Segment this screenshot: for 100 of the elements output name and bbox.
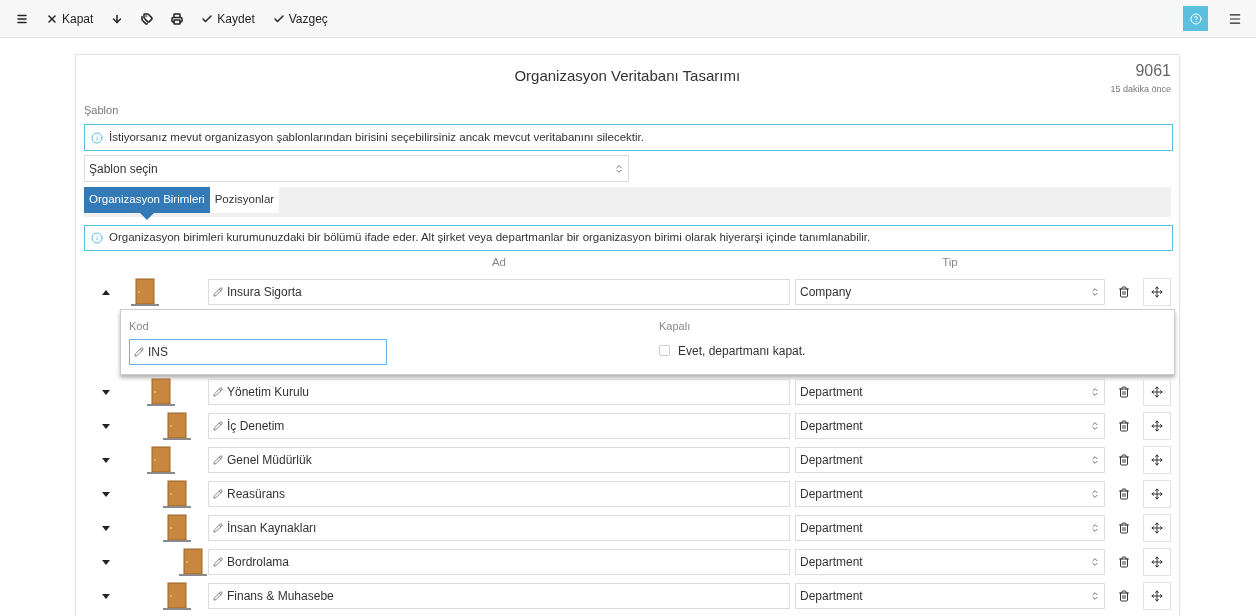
pencil-icon [213,489,223,499]
name-text: Insura Sigorta [227,284,302,301]
trash-icon[interactable] [1118,590,1130,602]
pencil-icon [213,523,223,533]
move-button[interactable] [1143,514,1171,542]
trash-icon[interactable] [1118,522,1130,534]
code-field[interactable]: INS [129,338,387,365]
move-button[interactable] [1143,278,1171,306]
caret-down-icon[interactable] [102,389,110,395]
caret-down-icon[interactable] [102,559,110,565]
tags-icon [141,12,154,25]
name-field[interactable]: İç Denetim [208,413,790,439]
field-label: Kod [129,319,150,334]
type-select[interactable]: Department [795,583,1105,609]
type-select[interactable]: Department [795,515,1105,541]
type-select[interactable]: Company [795,279,1105,305]
code-text: INS [148,343,168,361]
move-icon [1151,420,1163,432]
select-arrows-icon [1090,591,1100,601]
printer-icon[interactable] [169,12,186,25]
check-icon [201,12,214,25]
type-select[interactable]: Department [795,413,1105,439]
menu-icon[interactable] [14,12,30,25]
move-button[interactable] [1143,412,1171,440]
checkbox-label: Evet, departmanı kapat. [678,342,806,360]
menu-icon [16,12,28,25]
tags-icon[interactable] [139,12,156,25]
caret-down-icon[interactable] [102,491,110,497]
name-text: Genel Müdürlük [227,452,312,469]
arrow-down-icon [111,12,124,25]
caret-down-icon[interactable] [102,593,110,599]
move-icon [1151,522,1163,534]
menu-icon[interactable] [1228,11,1242,26]
pencil-icon [213,557,223,567]
select-arrows-icon [1090,287,1100,297]
trash-icon[interactable] [1118,286,1130,298]
move-icon [1151,286,1163,298]
move-icon [1151,454,1163,466]
check-icon [272,12,285,25]
toolbar-button[interactable]: Kaydet [199,9,257,28]
type-select[interactable]: Department [795,549,1105,575]
toolbar-button[interactable]: Vazgeç [270,9,330,28]
trash-icon[interactable] [1118,386,1130,398]
trash-icon[interactable] [1118,556,1130,568]
column-header: Tip [941,255,959,271]
printer-icon [171,12,184,25]
door-icon [162,582,192,610]
select-arrows-icon [1090,387,1100,397]
pencil-icon [213,591,223,601]
field-label: Kapalı [659,319,692,334]
name-field[interactable]: Yönetim Kurulu [208,379,790,405]
move-icon [1151,386,1163,398]
caret-up-icon[interactable] [102,289,110,295]
trash-icon[interactable] [1118,488,1130,500]
name-field[interactable]: İnsan Kaynakları [208,515,790,541]
type-select[interactable]: Department [795,379,1105,405]
door-icon [162,412,192,440]
move-button[interactable] [1143,548,1171,576]
name-field[interactable]: Insura Sigorta [208,279,790,305]
select-arrows-icon [1090,489,1100,499]
name-field[interactable]: Genel Müdürlük [208,447,790,473]
pencil-icon [213,421,223,431]
caret-down-icon[interactable] [102,457,110,463]
name-text: Bordrolama [227,554,290,571]
select-arrows-icon [614,163,624,174]
pencil-icon [213,287,223,297]
name-field[interactable]: Reasürans [208,481,790,507]
name-text: Reasürans [227,486,286,503]
type-select[interactable]: Department [795,481,1105,507]
caret-down-icon[interactable] [102,423,110,429]
info-icon [91,232,103,244]
trash-icon[interactable] [1118,454,1130,466]
door-icon [162,514,192,542]
timestamp: 15 dakika önce [1110,83,1171,96]
name-field[interactable]: Bordrolama [208,549,790,575]
checkbox[interactable] [659,345,670,356]
select-arrows-icon [1090,455,1100,465]
move-icon [1151,590,1163,602]
trash-icon[interactable] [1118,420,1130,432]
pencil-icon [213,387,223,397]
name-field[interactable]: Finans & Muhasebe [208,583,790,609]
move-button[interactable] [1143,378,1171,406]
info-text: Organizasyon birimleri kurumunuzdaki bir bölümü ifade eder. Alt şirket veya departmanlar bir organizasyon birimi olarak hiyerarşi içinde tanımlanabilir. [109,230,871,246]
move-button[interactable] [1143,480,1171,508]
record-number: 9061 [1135,61,1171,81]
move-icon [1151,556,1163,568]
move-icon [1151,488,1163,500]
type-select[interactable]: Department [795,447,1105,473]
door-icon [146,446,176,474]
select-arrows-icon [1090,557,1100,567]
caret-down-icon[interactable] [102,525,110,531]
template-select[interactable]: Şablon seçin [84,155,629,182]
door-icon [146,378,176,406]
column-header: Ad [490,255,508,271]
move-button[interactable] [1143,446,1171,474]
pencil-icon [134,346,144,357]
help-icon [1189,12,1202,25]
toolbar-button[interactable]: Kapat [44,9,96,28]
move-button[interactable] [1143,582,1171,610]
tab[interactable]: Pozisyonlar [209,187,280,213]
